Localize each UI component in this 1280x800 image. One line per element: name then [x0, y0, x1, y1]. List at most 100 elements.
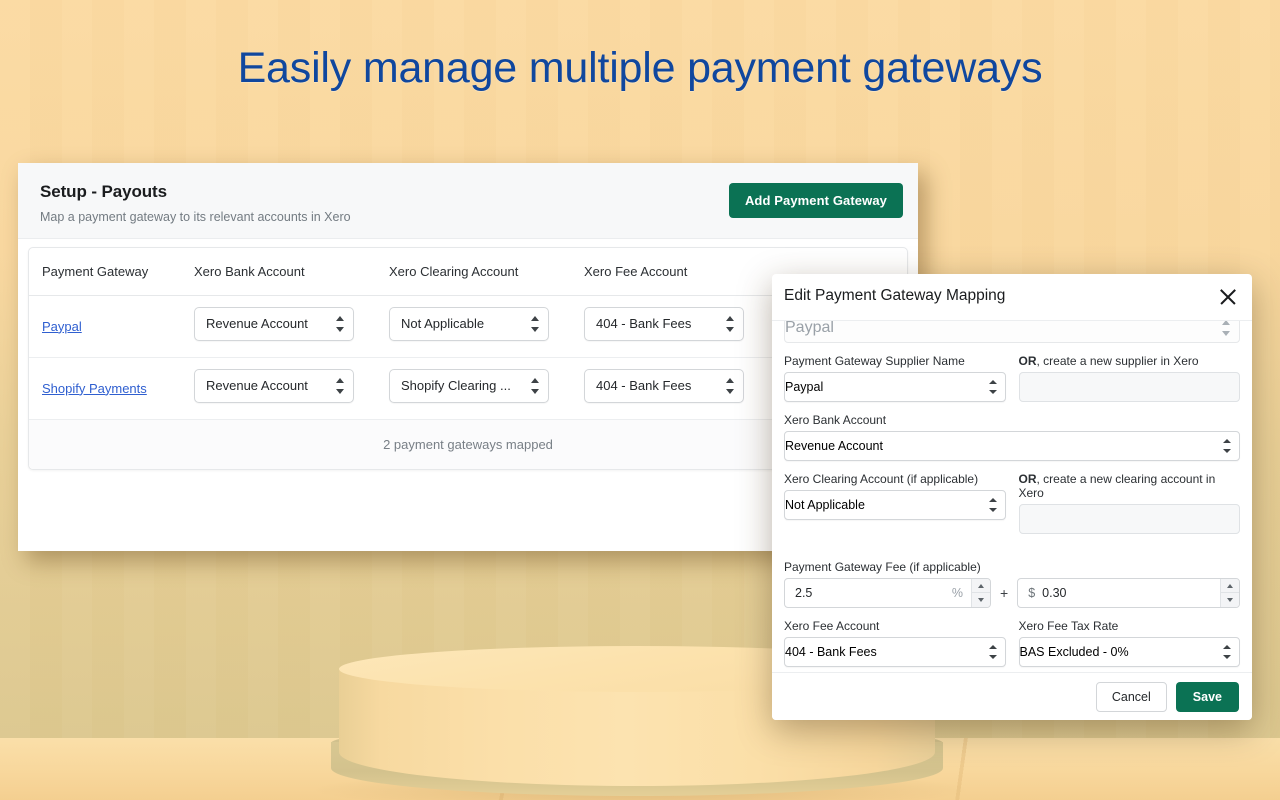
new-clearing-label: OR, create a new clearing account in Xer… [1019, 472, 1241, 500]
select-supplier-name[interactable]: Paypal [784, 372, 1006, 402]
currency-prefix: $ [1028, 586, 1036, 600]
chevron-updown-icon [530, 316, 539, 332]
fee-inputs-row: 2.5 % + $ 0.30 [784, 578, 1240, 608]
cell-xero-bank-account: Revenue Account [194, 295, 389, 358]
gateway-select-field: Paypal [784, 321, 1240, 343]
column-header-payment-gateway: Payment Gateway [29, 248, 194, 296]
clearing-row: Xero Clearing Account (if applicable) No… [784, 472, 1240, 534]
promo-scene: Easily manage multiple payment gateways … [0, 0, 1280, 800]
percent-suffix: % [951, 586, 963, 600]
select-payment-gateway[interactable]: Paypal [784, 321, 1240, 343]
select-bank-account-row-2[interactable]: Revenue Account [194, 369, 354, 403]
supplier-label: Payment Gateway Supplier Name [784, 354, 965, 368]
percent-decrement-button[interactable] [972, 593, 990, 607]
fee-percent-stepper[interactable]: 2.5 % [784, 578, 991, 608]
dialog-title: Edit Payment Gateway Mapping [784, 287, 1006, 304]
column-header-xero-fee-account: Xero Fee Account [584, 248, 779, 296]
percent-spinner [971, 579, 990, 607]
gateway-fee-field: Payment Gateway Fee (if applicable) 2.5 … [784, 560, 1240, 608]
gateway-link-paypal[interactable]: Paypal [42, 319, 82, 334]
promo-headline: Easily manage multiple payment gateways [237, 44, 1043, 92]
or-emphasis: OR [1018, 472, 1037, 486]
fee-accounts-row: Xero Fee Account 404 - Bank Fees Xero Fe… [784, 619, 1240, 667]
select-value: Revenue Account [785, 439, 883, 453]
cell-xero-bank-account: Revenue Account [194, 357, 389, 420]
add-payment-gateway-button[interactable]: Add Payment Gateway [728, 183, 903, 218]
chevron-updown-icon [1223, 645, 1231, 659]
column-header-xero-bank-account: Xero Bank Account [194, 248, 389, 296]
select-value: 404 - Bank Fees [596, 316, 692, 331]
select-value: BAS Excluded - 0% [1019, 645, 1129, 659]
fee-amount-value[interactable]: 0.30 [1042, 579, 1220, 607]
or-emphasis: OR [1018, 354, 1037, 368]
dialog-header: Edit Payment Gateway Mapping [772, 274, 1252, 321]
cell-xero-fee-account: 404 - Bank Fees [584, 357, 779, 420]
cell-payment-gateway: Shopify Payments [29, 357, 194, 420]
fee-account-field: Xero Fee Account 404 - Bank Fees [784, 619, 1006, 667]
bank-account-label: Xero Bank Account [784, 413, 887, 427]
chevron-updown-icon [988, 380, 997, 394]
new-clearing-field: OR, create a new clearing account in Xer… [1018, 472, 1241, 534]
fee-tax-rate-field: Xero Fee Tax Rate BAS Excluded - 0% [1018, 619, 1240, 667]
select-xero-bank-account[interactable]: Revenue Account [784, 431, 1240, 461]
select-value: Not Applicable [785, 498, 865, 512]
chevron-updown-icon [725, 378, 734, 394]
select-clearing-account-row-1[interactable]: Not Applicable [389, 307, 549, 341]
gateway-fee-label: Payment Gateway Fee (if applicable) [784, 560, 981, 574]
select-value: Not Applicable [401, 316, 485, 331]
select-value: Shopify Clearing ... [401, 378, 511, 393]
cell-payment-gateway: Paypal [29, 295, 194, 358]
save-button[interactable]: Save [1175, 681, 1239, 712]
select-fee-account-row-2[interactable]: 404 - Bank Fees [584, 369, 744, 403]
chevron-updown-icon [335, 378, 344, 394]
amount-increment-button[interactable] [1221, 579, 1239, 593]
fee-operator: + [1000, 585, 1009, 601]
fee-percent-value[interactable]: 2.5 [785, 579, 952, 607]
select-xero-clearing-account[interactable]: Not Applicable [784, 490, 1006, 520]
or-rest: , create a new clearing account in Xero [1018, 472, 1216, 500]
chevron-updown-icon [530, 378, 539, 394]
fee-account-label: Xero Fee Account [784, 619, 880, 633]
select-clearing-account-row-2[interactable]: Shopify Clearing ... [389, 369, 549, 403]
supplier-select-field: Payment Gateway Supplier Name Paypal [784, 354, 1006, 402]
chevron-updown-icon [725, 316, 734, 332]
chevron-updown-icon [1221, 321, 1230, 336]
column-header-xero-clearing-account: Xero Clearing Account [389, 248, 584, 296]
select-bank-account-row-1[interactable]: Revenue Account [194, 307, 354, 341]
new-supplier-field: OR, create a new supplier in Xero [1018, 354, 1241, 402]
fee-tax-rate-label: Xero Fee Tax Rate [1018, 619, 1119, 633]
amount-spinner [1220, 579, 1239, 607]
bank-account-field: Xero Bank Account Revenue Account [784, 413, 1240, 461]
close-icon[interactable] [1217, 286, 1239, 308]
cell-xero-clearing-account: Not Applicable [389, 295, 584, 358]
select-fee-account-row-1[interactable]: 404 - Bank Fees [584, 307, 744, 341]
new-supplier-label: OR, create a new supplier in Xero [1019, 354, 1241, 368]
chevron-updown-icon [335, 316, 344, 332]
percent-increment-button[interactable] [972, 579, 990, 593]
fee-amount-stepper[interactable]: $ 0.30 [1017, 578, 1240, 608]
new-supplier-input[interactable] [1018, 372, 1240, 402]
chevron-updown-icon [988, 498, 997, 512]
panel-header: Setup - Payouts Map a payment gateway to… [18, 163, 918, 239]
cancel-button[interactable]: Cancel [1095, 681, 1167, 712]
cell-xero-clearing-account: Shopify Clearing ... [389, 357, 584, 420]
select-value: Paypal [785, 380, 824, 394]
gateway-link-shopify-payments[interactable]: Shopify Payments [42, 381, 147, 396]
select-value: Revenue Account [206, 378, 308, 393]
new-clearing-account-input[interactable] [1018, 504, 1240, 534]
clearing-label: Xero Clearing Account (if applicable) [784, 472, 979, 486]
chevron-updown-icon [1223, 439, 1231, 453]
select-value: Paypal [785, 321, 834, 336]
select-xero-fee-account[interactable]: 404 - Bank Fees [784, 637, 1006, 667]
select-value: 404 - Bank Fees [785, 645, 877, 659]
cell-xero-fee-account: 404 - Bank Fees [584, 295, 779, 358]
amount-decrement-button[interactable] [1221, 593, 1239, 607]
or-rest: , create a new supplier in Xero [1036, 354, 1199, 368]
select-xero-fee-tax-rate[interactable]: BAS Excluded - 0% [1018, 637, 1240, 667]
clearing-select-field: Xero Clearing Account (if applicable) No… [784, 472, 1006, 534]
select-value: Revenue Account [206, 316, 308, 331]
dialog-body: Paypal Payment Gateway Supplier Name Pay… [772, 321, 1252, 672]
dialog-footer: Cancel Save [772, 672, 1252, 720]
chevron-updown-icon [988, 645, 997, 659]
select-value: 404 - Bank Fees [596, 378, 692, 393]
